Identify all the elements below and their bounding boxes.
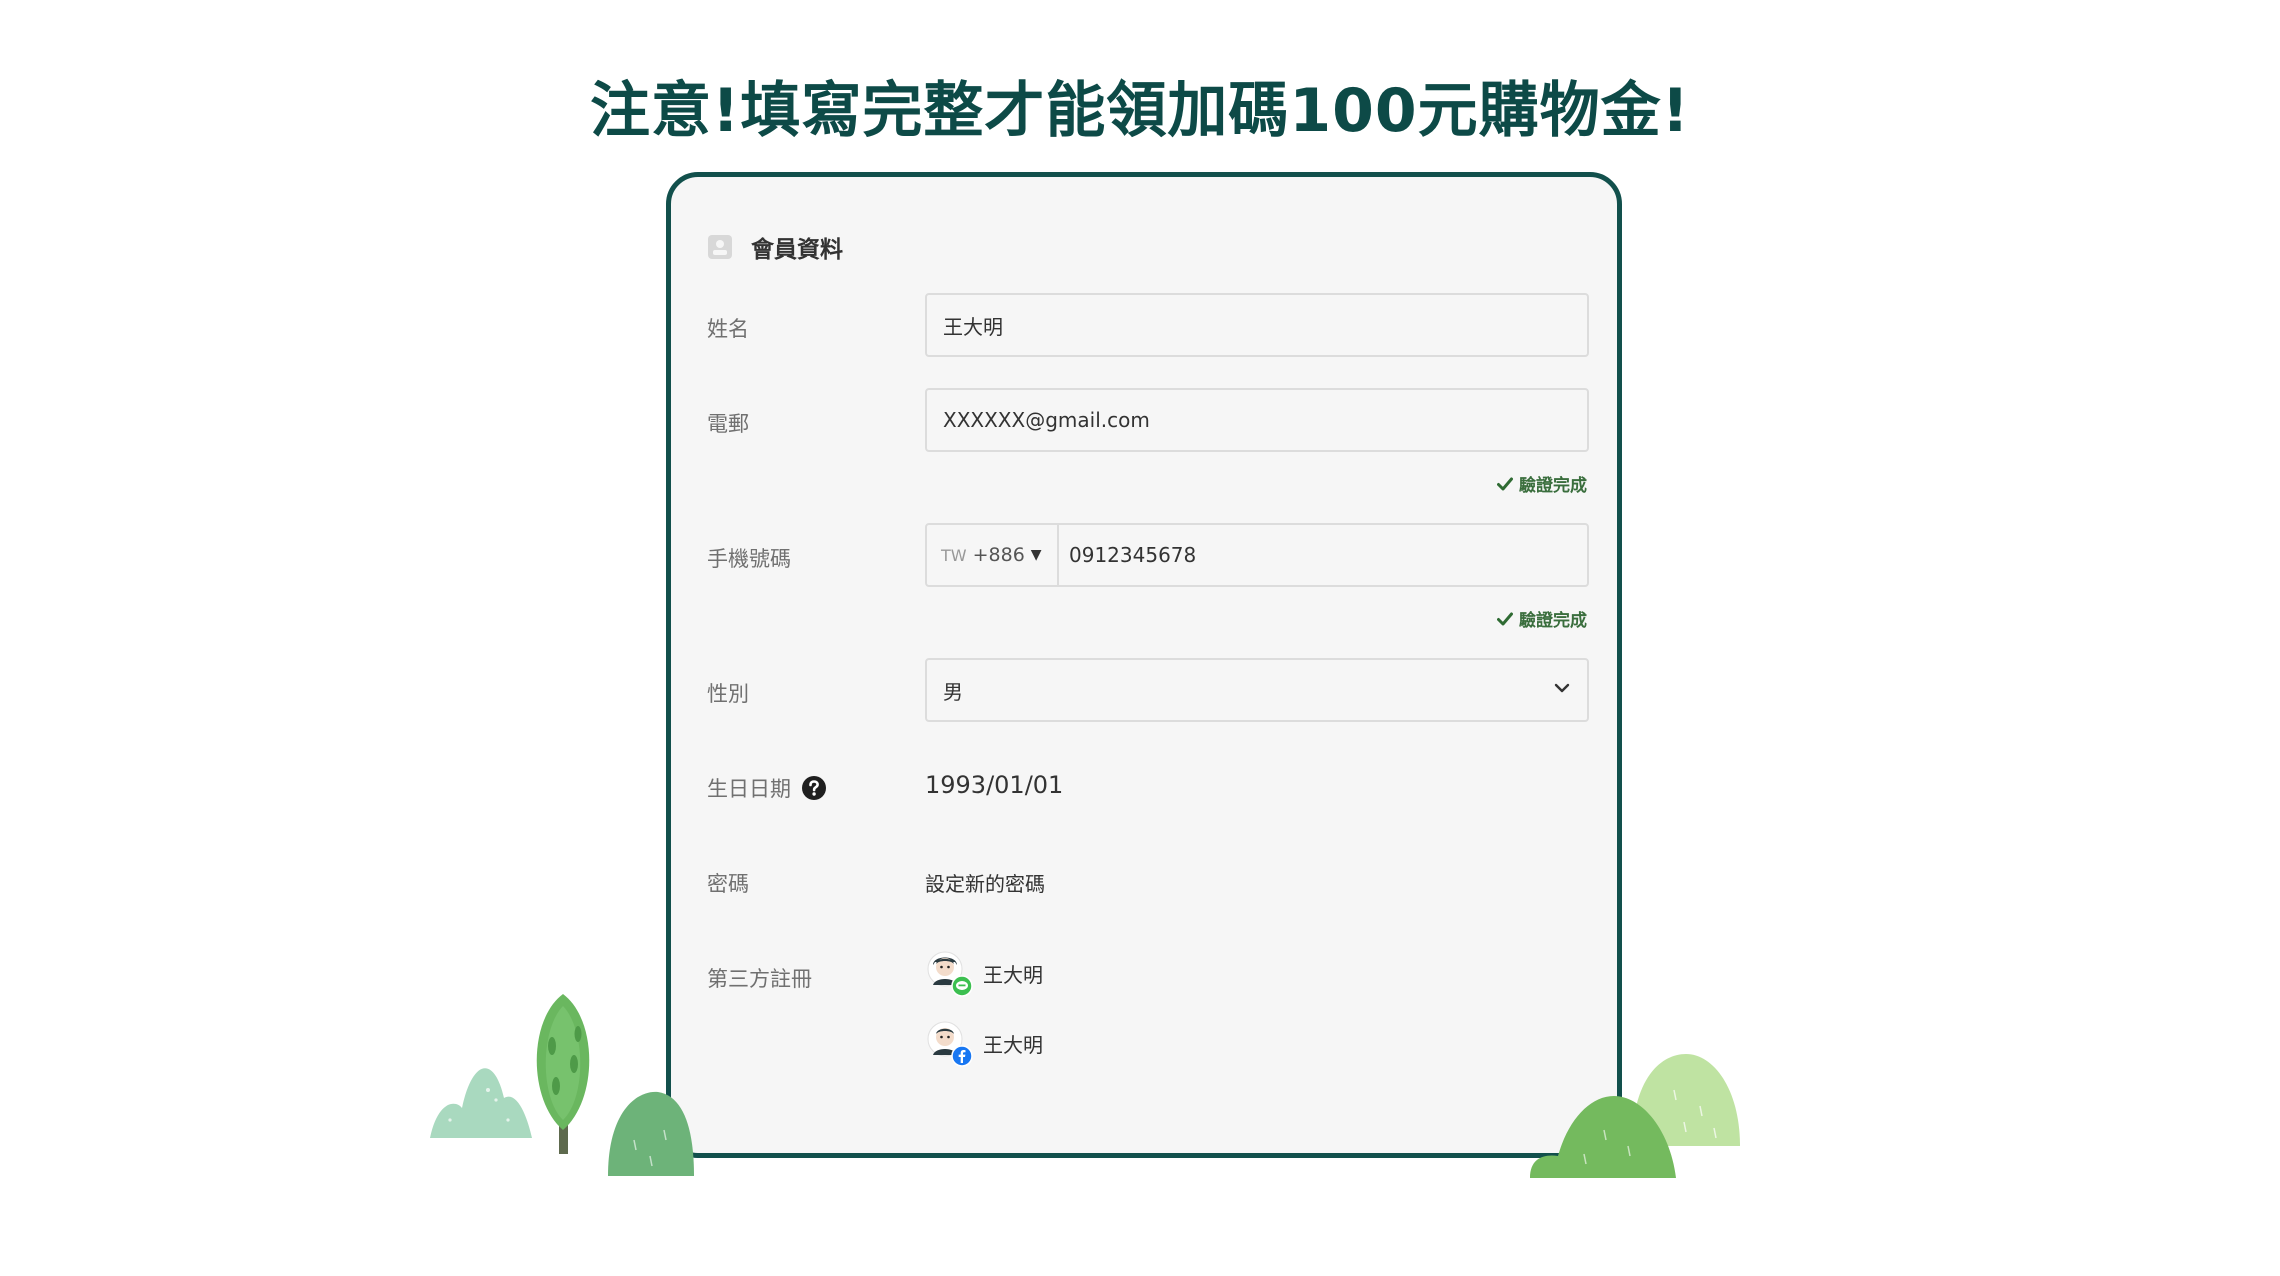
member-card-icon <box>708 235 732 259</box>
set-new-password-link[interactable]: 設定新的密碼 <box>925 868 1045 897</box>
email-label: 電郵 <box>707 412 749 436</box>
country-code: +886 <box>972 544 1025 566</box>
headline: 注意!填寫完整才能領加碼100元購物金! <box>590 76 1690 146</box>
gender-select[interactable]: 男 <box>925 658 1589 722</box>
line-account: 王大明 <box>925 949 1043 997</box>
chevron-down-icon <box>1554 683 1570 693</box>
facebook-account-name: 王大明 <box>983 1032 1043 1057</box>
phone-input-group: TW +886 ▼ 0912345678 <box>925 523 1589 587</box>
avatar <box>925 1019 973 1067</box>
country-abbr: TW <box>941 545 967 565</box>
facebook-account: 王大明 <box>925 1019 1043 1067</box>
avatar <box>925 949 973 997</box>
check-icon <box>1497 477 1513 490</box>
section-title: 會員資料 <box>751 237 843 263</box>
facebook-badge-icon <box>951 1045 973 1067</box>
name-label: 姓名 <box>707 317 749 341</box>
birthday-value: 1993/01/01 <box>925 771 1064 799</box>
member-info-card: 會員資料 姓名 王大明 電郵 XXXXXX@gmail.com 驗證完成 手機號… <box>666 172 1622 1158</box>
phone-verified-badge: 驗證完成 <box>1497 606 1587 631</box>
check-icon <box>1497 612 1513 625</box>
password-label: 密碼 <box>707 872 749 896</box>
email-verified-badge: 驗證完成 <box>1497 471 1587 496</box>
right-landscape-decoration <box>1530 1054 1740 1178</box>
phone-verified-text: 驗證完成 <box>1519 611 1587 631</box>
gender-value: 男 <box>943 679 963 704</box>
question-circle-icon[interactable] <box>801 775 827 801</box>
section-header: 會員資料 <box>707 231 843 263</box>
email-input[interactable]: XXXXXX@gmail.com <box>925 388 1589 452</box>
line-account-name: 王大明 <box>983 962 1043 987</box>
name-input[interactable]: 王大明 <box>925 293 1589 357</box>
line-badge-icon <box>951 975 973 997</box>
birthday-label: 生日日期 <box>707 777 791 801</box>
name-value: 王大明 <box>943 314 1003 339</box>
phone-label: 手機號碼 <box>707 547 791 571</box>
caret-down-icon: ▼ <box>1030 547 1042 563</box>
country-code-select[interactable]: TW +886 ▼ <box>927 525 1059 585</box>
phone-input[interactable]: 0912345678 <box>1059 543 1196 567</box>
email-value: XXXXXX@gmail.com <box>943 408 1150 432</box>
birthday-label-group: 生日日期 <box>707 773 827 803</box>
left-landscape-decoration <box>430 994 694 1176</box>
email-verified-text: 驗證完成 <box>1519 476 1587 496</box>
gender-label: 性別 <box>707 682 749 706</box>
